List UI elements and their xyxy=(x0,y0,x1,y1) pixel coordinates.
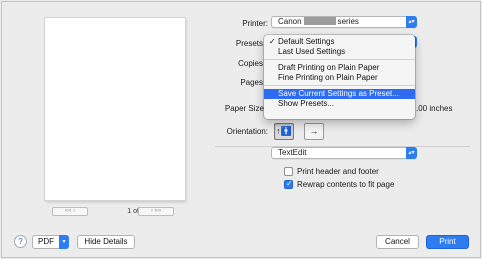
first-page-icon: «« xyxy=(64,208,72,214)
prev-page-icon: ‹ xyxy=(73,208,76,214)
rewrap-contents-label: Rewrap contents to fit page xyxy=(297,180,395,189)
dialog-button-bar: ? PDF ▾ Hide Details Cancel Print xyxy=(2,224,482,259)
paper-size-dimensions: .00 inches xyxy=(416,104,453,113)
portrait-orientation-icon: ↑🚹 xyxy=(276,126,292,136)
menu-item-save-preset[interactable]: Save Current Settings as Preset... xyxy=(264,89,415,99)
chevron-updown-icon: ▴▾ xyxy=(406,16,417,28)
menu-separator xyxy=(264,85,415,86)
help-icon[interactable]: ? xyxy=(14,235,27,248)
print-header-footer-row[interactable]: Print header and footer xyxy=(284,167,379,176)
chevron-updown-icon: ▴▾ xyxy=(406,147,417,159)
menu-separator xyxy=(264,59,415,60)
orientation-label: Orientation: xyxy=(226,127,268,136)
print-dialog: «« ‹ 1 of 1 › »» Printer: Canon series ▴▾… xyxy=(1,1,481,258)
printer-popup[interactable]: Canon series ▴▾ xyxy=(271,16,417,28)
next-page-icon: › xyxy=(150,208,153,214)
copies-label: Copies xyxy=(238,59,263,68)
hide-details-button[interactable]: Hide Details xyxy=(77,235,135,249)
app-section-value: TextEdit xyxy=(278,148,307,157)
paper-size-label: Paper Size xyxy=(224,104,264,113)
page-preview xyxy=(45,18,185,200)
menu-item-draft-printing[interactable]: Draft Printing on Plain Paper xyxy=(264,63,415,73)
pdf-button[interactable]: PDF xyxy=(32,235,60,249)
landscape-orientation-icon: → xyxy=(309,126,319,136)
landscape-orientation-button[interactable]: → xyxy=(304,123,324,140)
menu-item-fine-printing[interactable]: Fine Printing on Plain Paper xyxy=(264,73,415,83)
app-section-popup[interactable]: TextEdit ▴▾ xyxy=(271,147,417,159)
print-header-footer-checkbox[interactable] xyxy=(284,167,293,176)
preview-pager: «« ‹ 1 of 1 › »» xyxy=(52,207,182,217)
print-header-footer-label: Print header and footer xyxy=(297,167,379,176)
printer-value-suffix: series xyxy=(337,17,359,26)
menu-item-default-settings[interactable]: Default Settings xyxy=(264,37,415,47)
printer-label: Printer: xyxy=(242,19,268,28)
next-last-page-button[interactable]: › »» xyxy=(138,207,174,216)
last-page-icon: »» xyxy=(154,208,162,214)
portrait-orientation-button[interactable]: ↑🚹 xyxy=(274,123,294,140)
printer-value-prefix: Canon xyxy=(278,17,302,26)
pdf-label: PDF xyxy=(38,237,54,246)
menu-item-last-used-settings[interactable]: Last Used Settings xyxy=(264,47,415,57)
print-button[interactable]: Print xyxy=(426,235,469,249)
pages-label: Pages xyxy=(240,78,263,87)
cancel-button[interactable]: Cancel xyxy=(376,235,419,249)
redacted-model xyxy=(303,17,336,25)
rewrap-contents-checkbox[interactable] xyxy=(284,179,293,189)
presets-menu: Default Settings Last Used Settings Draf… xyxy=(264,35,415,119)
presets-label: Presets xyxy=(235,39,263,48)
rewrap-contents-row[interactable]: Rewrap contents to fit page xyxy=(284,179,395,189)
first-prev-page-button[interactable]: «« ‹ xyxy=(52,207,88,216)
menu-item-show-presets[interactable]: Show Presets... xyxy=(264,99,415,109)
chevron-down-icon[interactable]: ▾ xyxy=(59,235,69,249)
